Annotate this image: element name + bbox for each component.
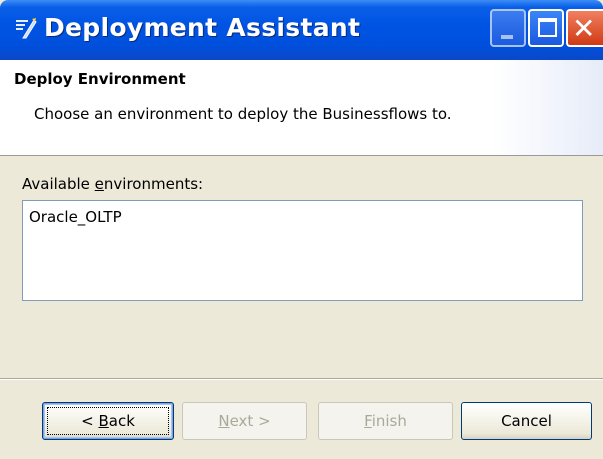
cancel-button-label: Cancel [501, 412, 552, 430]
back-button-label: < Back [81, 412, 135, 430]
minimize-button[interactable] [490, 9, 526, 47]
back-button[interactable]: < Back [42, 402, 174, 440]
close-button[interactable]: ✕ [566, 9, 603, 47]
page-title: Deploy Environment [14, 70, 186, 88]
list-item[interactable]: Oracle_OLTP [29, 208, 122, 226]
maximize-button[interactable] [528, 9, 564, 47]
next-button[interactable]: Next > [182, 402, 307, 440]
deployment-assistant-window: Deployment Assistant ✕ Deploy Environmen… [0, 0, 603, 459]
header-decoration [493, 60, 603, 155]
divider [0, 378, 603, 380]
title-bar[interactable]: Deployment Assistant ✕ [0, 0, 603, 60]
finish-button[interactable]: Finish [318, 402, 453, 440]
environments-list[interactable]: Oracle_OLTP [22, 200, 583, 301]
wizard-header: Deploy Environment Choose an environment… [0, 60, 603, 156]
minimize-icon [501, 35, 513, 39]
close-icon: ✕ [572, 12, 596, 45]
page-description: Choose an environment to deploy the Busi… [34, 105, 452, 123]
next-button-label: Next > [218, 412, 271, 430]
environments-label: Available environments: [22, 175, 204, 193]
maximize-icon [538, 18, 557, 37]
deploy-wizard-icon [16, 18, 37, 39]
finish-button-label: Finish [364, 412, 407, 430]
cancel-button[interactable]: Cancel [461, 402, 592, 440]
window-title: Deployment Assistant [44, 13, 361, 42]
